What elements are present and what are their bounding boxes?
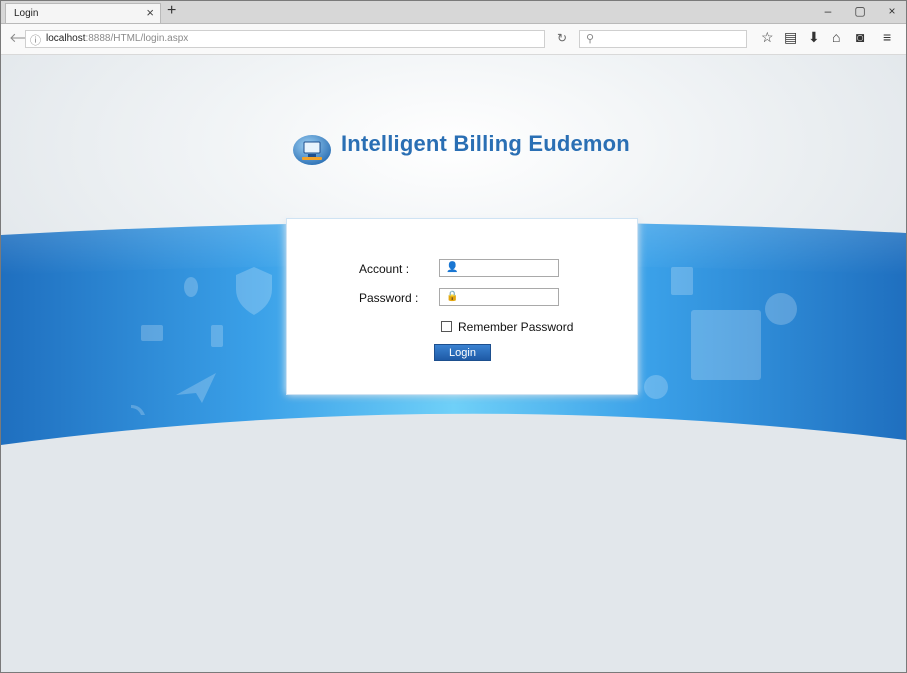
account-label: Account : bbox=[359, 262, 410, 276]
home-icon[interactable]: ⌂ bbox=[832, 29, 840, 45]
stopwatch-icon bbox=[644, 375, 668, 399]
new-tab-icon[interactable]: + bbox=[167, 2, 176, 20]
logo-icon bbox=[293, 135, 331, 165]
document-icon bbox=[671, 267, 693, 295]
phone-icon bbox=[211, 325, 223, 347]
user-icon: 👤 bbox=[446, 262, 459, 273]
password-input[interactable] bbox=[460, 290, 556, 304]
mail-icon bbox=[141, 325, 163, 341]
tab-close-icon[interactable]: × bbox=[146, 5, 154, 21]
minimize-icon[interactable]: – bbox=[816, 3, 840, 19]
calendar-icon bbox=[691, 310, 761, 380]
search-icon: ⚲ bbox=[586, 33, 595, 45]
mouse-icon bbox=[184, 277, 198, 297]
tab-title: Login bbox=[14, 8, 39, 19]
close-window-icon[interactable]: × bbox=[880, 3, 904, 19]
lock-icon: 🔒 bbox=[446, 291, 459, 302]
password-label: Password : bbox=[359, 291, 419, 305]
pocket-icon[interactable]: ◙ bbox=[856, 29, 864, 45]
browser-window: Login × + – ▢ × 🡐 ⓘ localhost:8888/HTML/… bbox=[0, 0, 907, 673]
url-path: :8888/HTML/login.aspx bbox=[85, 33, 189, 44]
url-host: localhost bbox=[46, 33, 86, 44]
restore-icon[interactable]: ▢ bbox=[848, 3, 872, 19]
bookmark-star-icon[interactable]: ☆ bbox=[761, 29, 774, 46]
search-bar[interactable]: ⚲ bbox=[579, 30, 747, 48]
info-icon[interactable]: ⓘ bbox=[30, 32, 41, 48]
account-input[interactable] bbox=[460, 261, 556, 275]
reload-icon[interactable]: ↻ bbox=[557, 31, 567, 45]
login-button[interactable]: Login bbox=[434, 344, 491, 361]
reading-list-icon[interactable]: ▤ bbox=[784, 29, 797, 46]
timer-icon bbox=[765, 293, 797, 325]
url-bar[interactable]: ⓘ localhost:8888/HTML/login.aspx bbox=[25, 30, 545, 48]
login-form: Account : 👤 Password : 🔒 Remember Passwo… bbox=[286, 218, 638, 395]
menu-icon[interactable]: ≡ bbox=[883, 29, 891, 45]
app-title: Intelligent Billing Eudemon bbox=[341, 131, 630, 156]
checkbox-box[interactable] bbox=[441, 321, 452, 332]
password-field[interactable]: 🔒 bbox=[439, 288, 559, 306]
remember-password-label: Remember Password bbox=[458, 320, 574, 334]
page-content: Intelligent Billing Eudemon Account : 👤 … bbox=[1, 55, 906, 672]
remember-password-checkbox[interactable]: Remember Password bbox=[441, 320, 573, 334]
tab-strip: Login × + – ▢ × bbox=[1, 1, 906, 24]
account-field[interactable]: 👤 bbox=[439, 259, 559, 277]
tab-login[interactable]: Login × bbox=[5, 3, 161, 23]
url-text: localhost:8888/HTML/login.aspx bbox=[46, 33, 188, 44]
nav-bar: 🡐 ⓘ localhost:8888/HTML/login.aspx ↻ ⚲ ☆… bbox=[1, 24, 906, 55]
download-icon[interactable]: ⬇ bbox=[808, 29, 820, 46]
